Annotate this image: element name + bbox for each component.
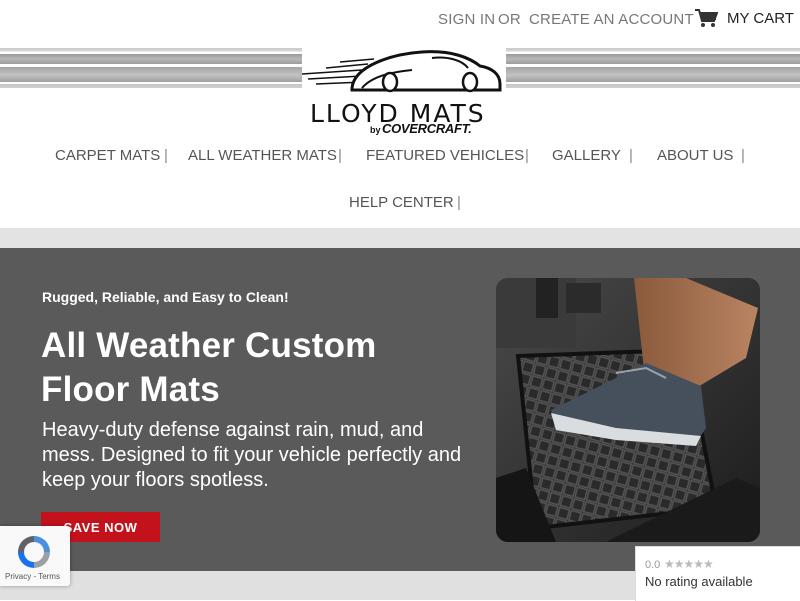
hero-tagline: Rugged, Reliable, and Easy to Clean! <box>42 289 289 305</box>
nav-separator: | <box>338 147 342 164</box>
hero-title: All Weather Custom Floor Mats <box>41 326 377 409</box>
nav-help-center[interactable]: HELP CENTER <box>349 194 454 211</box>
rating-stars-icon: ★★★★★ <box>664 557 714 571</box>
nav-separator: | <box>629 147 633 164</box>
car-silhouette-icon <box>302 50 502 93</box>
nav-carpet-mats[interactable]: CARPET MATS <box>55 147 160 164</box>
rating-score: 0.0 <box>645 559 661 571</box>
nav-separator: | <box>457 194 461 211</box>
nav-all-weather-mats[interactable]: ALL WEATHER MATS <box>188 147 337 164</box>
sign-in-link[interactable]: SIGN IN <box>438 11 495 28</box>
logo-by: by <box>370 125 381 135</box>
create-account-link[interactable]: CREATE AN ACCOUNT <box>529 11 694 28</box>
recaptcha-badge[interactable]: Privacy - Terms <box>0 526 70 586</box>
nav-separator: | <box>525 147 529 164</box>
my-cart-link[interactable]: MY CART <box>694 8 794 28</box>
nav-gallery[interactable]: GALLERY <box>552 147 621 164</box>
nav-separator: | <box>741 147 745 164</box>
rating-widget[interactable]: 0.0 ★★★★★ No rating available <box>635 546 800 601</box>
nav-about-us[interactable]: ABOUT US <box>657 147 733 164</box>
recaptcha-icon <box>18 536 50 568</box>
cart-label: MY CART <box>727 9 794 27</box>
hero-image <box>496 278 760 542</box>
floor-mat-photo <box>496 278 760 542</box>
rating-text: No rating available <box>645 574 753 589</box>
recaptcha-links[interactable]: Privacy - Terms <box>5 572 60 581</box>
or-label: OR <box>498 11 521 28</box>
cart-icon <box>695 9 718 27</box>
site-logo[interactable]: LLOYD MATS by COVERCRAFT. <box>302 44 506 144</box>
top-bar: SIGN IN OR CREATE AN ACCOUNT MY CART <box>0 0 800 40</box>
divider-strip <box>0 228 800 248</box>
hero-description: Heavy-duty defense against rain, mud, an… <box>42 419 462 491</box>
hero-banner: Rugged, Reliable, and Easy to Clean! All… <box>0 248 800 571</box>
nav-separator: | <box>164 147 168 164</box>
logo-brand: COVERCRAFT. <box>382 121 472 136</box>
nav-featured-vehicles[interactable]: FEATURED VEHICLES <box>366 147 524 164</box>
